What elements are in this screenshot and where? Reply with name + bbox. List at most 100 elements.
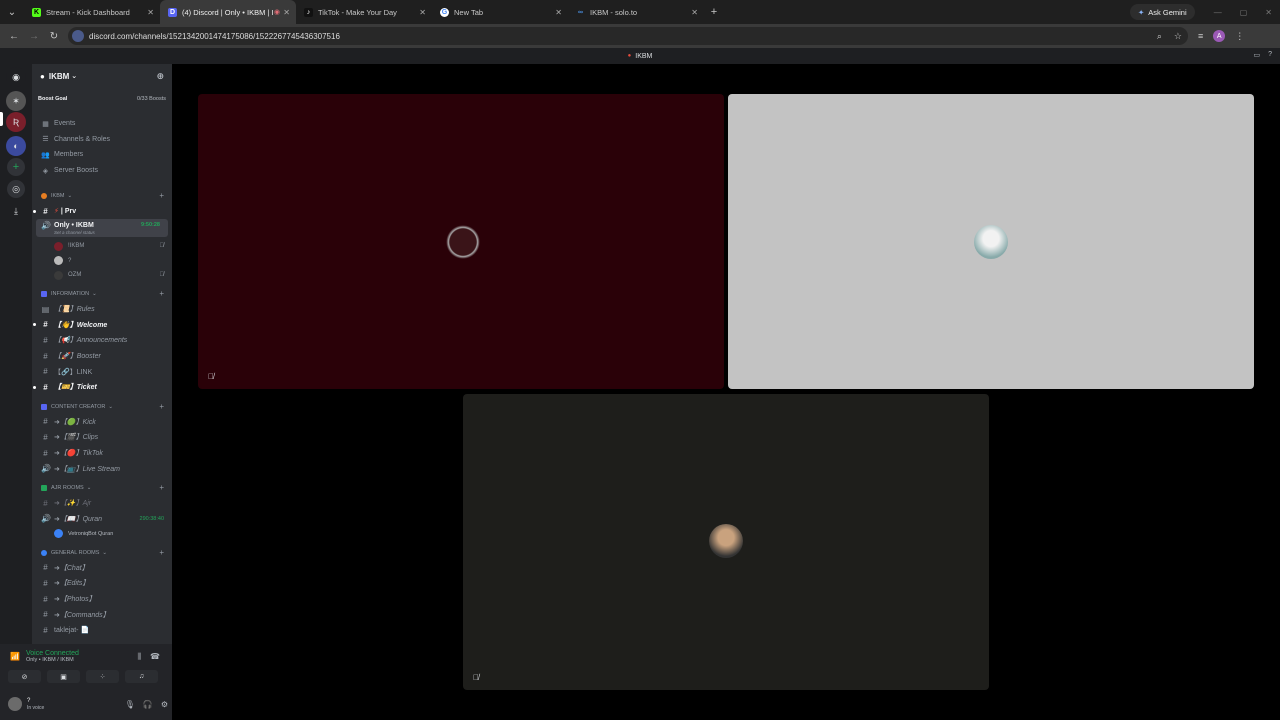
close-icon[interactable]: ✕ [419, 8, 426, 17]
tab-discord[interactable]: D (4) Discord | Only • IKBM | I ◉ ✕ [160, 0, 296, 24]
participant-tile[interactable]: 🎙̸ [463, 394, 989, 690]
tab-new-tab[interactable]: G New Tab ✕ [432, 0, 568, 24]
new-tab-button[interactable]: + [704, 6, 724, 18]
category-content-creator[interactable]: CONTENT CREATOR ⌄ + [32, 399, 172, 414]
channel-chat[interactable]: # ➜【Chat】 [32, 560, 172, 576]
channel-kick[interactable]: # ➜【🟢】Kick [32, 414, 172, 430]
channel-taklejat[interactable]: # taklejat- 📄 [32, 622, 172, 638]
profile-avatar[interactable]: A [1213, 30, 1226, 42]
voice-user[interactable]: VetroniqBot Quran [32, 527, 172, 542]
close-icon[interactable]: ✕ [147, 8, 154, 17]
add-channel-icon[interactable]: + [159, 402, 164, 411]
zoom-icon[interactable]: ⌕ [1157, 31, 1162, 42]
minimize-icon[interactable]: — [1214, 8, 1222, 17]
invite-icon[interactable]: ⊕ [156, 71, 164, 82]
inbox-icon[interactable]: ▭ [1253, 51, 1260, 59]
forward-icon[interactable]: → [24, 31, 44, 42]
channel-label: ➜【🎬】Clips [54, 434, 99, 442]
menu-events[interactable]: ▦ Events [32, 116, 172, 132]
avatar [8, 697, 22, 711]
reload-icon[interactable]: ↻ [44, 31, 64, 42]
url-field[interactable]: discord.com/channels/1521342001474175086… [68, 27, 1188, 45]
channel-live-stream[interactable]: 🔊 ➜【📺】Live Stream [32, 461, 172, 477]
server-header[interactable]: ● IKBM ⌄ ⊕ [32, 64, 172, 88]
channel-clips[interactable]: # ➜【🎬】Clips [32, 430, 172, 446]
hash-icon: # [43, 610, 48, 620]
screen-share-button[interactable]: ▣ [47, 670, 80, 683]
menu-members[interactable]: 👥 Members [32, 147, 172, 163]
back-icon[interactable]: ← [4, 31, 24, 42]
channel-label: ➜【Commands】 [54, 611, 110, 619]
voice-connected-status[interactable]: 📶 Voice Connected Only • IKBM / IKBM [10, 650, 79, 663]
kebab-menu-icon[interactable]: ⋮ [1235, 31, 1244, 42]
tab-solo-to[interactable]: ∞ IKBM - solo.to ✕ [568, 0, 704, 24]
server-icon-ikbm[interactable]: Ʀ [6, 112, 26, 132]
close-icon[interactable]: ✕ [283, 8, 290, 17]
voice-user[interactable]: OZM 🎙̸ [32, 268, 172, 283]
boost-goal-bar[interactable]: Boost Goal 0/33 Boosts [38, 94, 166, 104]
category-information[interactable]: INFORMATION ⌄ + [32, 286, 172, 301]
help-icon[interactable]: ? [1268, 51, 1272, 59]
gear-icon[interactable]: ⚙ [161, 700, 168, 709]
disconnect-icon[interactable]: ☎ [150, 652, 160, 662]
channel-prv[interactable]: # ⚡ | Prv [32, 203, 172, 219]
camera-off-button[interactable]: ⊘ [8, 670, 41, 683]
rules-icon: ▤ [41, 304, 50, 314]
soundboard-button[interactable]: ♫ [125, 670, 158, 683]
channel-quran[interactable]: 🔊 ➜【📖】Quran 290:38:40 [32, 511, 172, 527]
channel-edits[interactable]: # ➜【Edits】 [32, 576, 172, 592]
tab-kick-dashboard[interactable]: K Stream - Kick Dashboard ✕ [24, 0, 160, 24]
channel-ajr[interactable]: # ➜【✨】Ajr [32, 495, 172, 511]
channel-rules[interactable]: ▤ 【📜】Rules [32, 301, 172, 317]
add-channel-icon[interactable]: + [159, 191, 164, 200]
close-window-icon[interactable]: ✕ [1265, 8, 1272, 17]
channel-welcome[interactable]: # 【👋】Welcome [32, 317, 172, 333]
channel-link[interactable]: # 【🔗】LINK [32, 364, 172, 380]
tab-search-icon[interactable]: ⌄ [0, 0, 24, 24]
tab-tiktok[interactable]: ♪ TikTok - Make Your Day ✕ [296, 0, 432, 24]
voice-user[interactable]: ? [32, 253, 172, 268]
microphone-icon[interactable]: 🎙 [125, 700, 135, 709]
category-icon [41, 192, 47, 199]
add-channel-icon[interactable]: + [159, 483, 164, 492]
server-icon[interactable]: ◐ [6, 136, 26, 156]
menu-channels-roles[interactable]: ☰ Channels & Roles [32, 132, 172, 148]
server-icon[interactable]: ✶ [6, 91, 26, 111]
channel-tiktok[interactable]: # ➜【🔴】TikTok [32, 445, 172, 461]
category-icon [41, 484, 47, 491]
maximize-icon[interactable]: ▢ [1240, 8, 1248, 17]
user-row[interactable]: ? In voice 🎙 🎧 ⚙ [8, 694, 168, 714]
ask-gemini-button[interactable]: ✦ Ask Gemini [1130, 4, 1195, 20]
close-icon[interactable]: ✕ [555, 8, 562, 17]
add-channel-icon[interactable]: + [159, 548, 164, 557]
category-ajr-rooms[interactable]: AJR ROOMS ⌄ + [32, 480, 172, 495]
category-general-rooms[interactable]: GENERAL ROOMS ⌄ + [32, 545, 172, 560]
download-icon[interactable]: ⤓ [7, 202, 25, 220]
voice-user[interactable]: !IKBM 🎙̸ [32, 239, 172, 254]
channel-ticket[interactable]: # 【🎫】Ticket [32, 379, 172, 395]
discord-home-icon[interactable]: ◉ [6, 67, 26, 87]
channel-status-text[interactable]: Set a channel status [54, 230, 95, 235]
bookmark-star-icon[interactable]: ☆ [1174, 31, 1182, 42]
category-ikbm[interactable]: IKBM ⌄ + [32, 188, 172, 203]
add-channel-icon[interactable]: + [159, 289, 164, 298]
channel-label: 【👋】Welcome [54, 321, 108, 329]
headphones-icon[interactable]: 🎧 [143, 700, 153, 709]
menu-server-boosts[interactable]: ◈ Server Boosts [32, 163, 172, 179]
participant-tile[interactable]: 🎙̸ [198, 94, 724, 389]
channel-commands[interactable]: # ➜【Commands】 [32, 607, 172, 623]
close-icon[interactable]: ✕ [691, 8, 698, 17]
channel-announcements[interactable]: # 【📢】Announcements [32, 333, 172, 349]
site-info-icon[interactable] [72, 30, 84, 42]
extensions-icon[interactable]: ≡ [1198, 31, 1203, 41]
noise-suppression-icon[interactable]: ⫼ [137, 652, 141, 662]
activities-button[interactable]: ⁘ [86, 670, 119, 683]
add-server-icon[interactable]: + [7, 158, 25, 176]
channel-photos[interactable]: # ➜【Photos】 [32, 591, 172, 607]
discover-icon[interactable]: ◎ [7, 180, 25, 198]
voice-channel-only-ikbm[interactable]: 🔊 Only • IKBM 9:50:28 Set a channel stat… [36, 218, 168, 237]
participant-tile[interactable] [728, 94, 1254, 389]
activities-icon: ⁘ [99, 673, 106, 681]
channel-booster[interactable]: # 【🚀】Booster [32, 348, 172, 364]
speaker-icon: 🔊 [41, 220, 51, 230]
